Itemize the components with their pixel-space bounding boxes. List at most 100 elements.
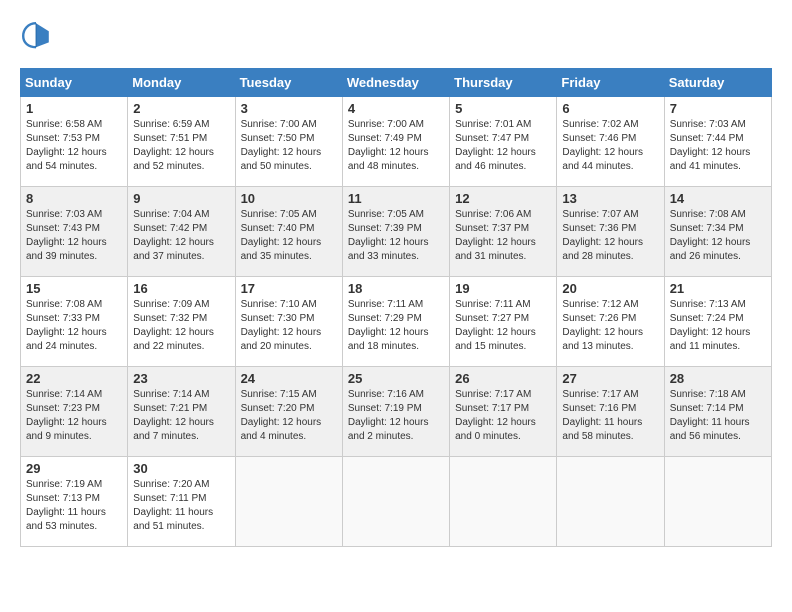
calendar-cell: 2 Sunrise: 6:59 AM Sunset: 7:51 PM Daylig… [128,97,235,187]
day-info: Sunrise: 7:06 AM Sunset: 7:37 PM Dayligh… [455,208,551,264]
calendar-table: SundayMondayTuesdayWednesdayThursdayFrid… [20,68,772,547]
day-number: 24 [241,371,337,386]
day-number: 10 [241,191,337,206]
calendar-cell [664,457,771,547]
calendar-cell: 29 Sunrise: 7:19 AM Sunset: 7:13 PM Dayli… [21,457,128,547]
calendar-cell: 20Sunrise: 7:12 AM Sunset: 7:26 PM Dayli… [557,277,664,367]
day-info: Sunrise: 6:59 AM Sunset: 7:51 PM Dayligh… [133,118,229,174]
calendar-cell: 13 Sunrise: 7:07 AM Sunset: 7:36 PM Dayli… [557,187,664,277]
calendar-week-row: 15 Sunrise: 7:08 AM Sunset: 7:33 PM Dayli… [21,277,772,367]
day-info: Sunrise: 7:04 AM Sunset: 7:42 PM Dayligh… [133,208,229,264]
day-info: Sunrise: 7:07 AM Sunset: 7:36 PM Dayligh… [562,208,658,264]
day-info: Sunrise: 7:00 AM Sunset: 7:50 PM Dayligh… [241,118,337,174]
calendar-cell: 15 Sunrise: 7:08 AM Sunset: 7:33 PM Dayli… [21,277,128,367]
day-info: Sunrise: 7:14 AM Sunset: 7:21 PM Dayligh… [133,388,229,444]
day-info: Sunrise: 7:20 AM Sunset: 7:11 PM Dayligh… [133,478,229,534]
day-number: 25 [348,371,444,386]
weekday-header-monday: Monday [128,69,235,97]
calendar-cell: 12 Sunrise: 7:06 AM Sunset: 7:37 PM Dayli… [450,187,557,277]
calendar-cell: 19 Sunrise: 7:11 AM Sunset: 7:27 PM Dayli… [450,277,557,367]
day-info: Sunrise: 7:18 AM Sunset: 7:14 PM Dayligh… [670,388,766,444]
day-number: 23 [133,371,229,386]
calendar-cell: 18 Sunrise: 7:11 AM Sunset: 7:29 PM Dayli… [342,277,449,367]
weekday-header-friday: Friday [557,69,664,97]
day-info: Sunrise: 7:08 AM Sunset: 7:33 PM Dayligh… [26,298,122,354]
day-number: 18 [348,281,444,296]
calendar-week-row: 22 Sunrise: 7:14 AM Sunset: 7:23 PM Dayli… [21,367,772,457]
day-number: 2 [133,101,229,116]
weekday-header-tuesday: Tuesday [235,69,342,97]
day-info: Sunrise: 7:17 AM Sunset: 7:17 PM Dayligh… [455,388,551,444]
day-number: 6 [562,101,658,116]
day-number: 17 [241,281,337,296]
calendar-week-row: 29 Sunrise: 7:19 AM Sunset: 7:13 PM Dayli… [21,457,772,547]
day-number: 13 [562,191,658,206]
day-number: 26 [455,371,551,386]
day-number: 8 [26,191,122,206]
day-number: 29 [26,461,122,476]
calendar-cell: 17 Sunrise: 7:10 AM Sunset: 7:30 PM Dayli… [235,277,342,367]
logo-icon [20,20,52,52]
day-number: 28 [670,371,766,386]
day-info: Sunrise: 7:00 AM Sunset: 7:49 PM Dayligh… [348,118,444,174]
calendar-week-row: 1 Sunrise: 6:58 AM Sunset: 7:53 PM Daylig… [21,97,772,187]
weekday-header-wednesday: Wednesday [342,69,449,97]
day-number: 5 [455,101,551,116]
day-number: 4 [348,101,444,116]
calendar-cell: 25 Sunrise: 7:16 AM Sunset: 7:19 PM Dayli… [342,367,449,457]
calendar-cell: 21 Sunrise: 7:13 AM Sunset: 7:24 PM Dayli… [664,277,771,367]
day-info: Sunrise: 7:10 AM Sunset: 7:30 PM Dayligh… [241,298,337,354]
calendar-cell: 28 Sunrise: 7:18 AM Sunset: 7:14 PM Dayli… [664,367,771,457]
calendar-cell: 23 Sunrise: 7:14 AM Sunset: 7:21 PM Dayli… [128,367,235,457]
day-info: Sunrise: 7:11 AM Sunset: 7:29 PM Dayligh… [348,298,444,354]
calendar-cell: 7Sunrise: 7:03 AM Sunset: 7:44 PM Daylig… [664,97,771,187]
day-number: 19 [455,281,551,296]
day-info: Sunrise: 7:19 AM Sunset: 7:13 PM Dayligh… [26,478,122,534]
day-number: 9 [133,191,229,206]
day-info: Sunrise: 7:13 AM Sunset: 7:24 PM Dayligh… [670,298,766,354]
day-info: Sunrise: 7:05 AM Sunset: 7:40 PM Dayligh… [241,208,337,264]
day-info: Sunrise: 7:15 AM Sunset: 7:20 PM Dayligh… [241,388,337,444]
day-number: 22 [26,371,122,386]
calendar-cell: 6 Sunrise: 7:02 AM Sunset: 7:46 PM Daylig… [557,97,664,187]
calendar-header-row: SundayMondayTuesdayWednesdayThursdayFrid… [21,69,772,97]
day-info: Sunrise: 7:17 AM Sunset: 7:16 PM Dayligh… [562,388,658,444]
day-number: 15 [26,281,122,296]
day-info: Sunrise: 7:12 AM Sunset: 7:26 PM Dayligh… [562,298,658,354]
calendar-cell: 16 Sunrise: 7:09 AM Sunset: 7:32 PM Dayli… [128,277,235,367]
day-info: Sunrise: 7:05 AM Sunset: 7:39 PM Dayligh… [348,208,444,264]
day-info: Sunrise: 6:58 AM Sunset: 7:53 PM Dayligh… [26,118,122,174]
day-info: Sunrise: 7:08 AM Sunset: 7:34 PM Dayligh… [670,208,766,264]
calendar-cell: 9 Sunrise: 7:04 AM Sunset: 7:42 PM Daylig… [128,187,235,277]
day-number: 12 [455,191,551,206]
day-info: Sunrise: 7:14 AM Sunset: 7:23 PM Dayligh… [26,388,122,444]
weekday-header-sunday: Sunday [21,69,128,97]
weekday-header-saturday: Saturday [664,69,771,97]
calendar-cell: 26 Sunrise: 7:17 AM Sunset: 7:17 PM Dayli… [450,367,557,457]
day-info: Sunrise: 7:16 AM Sunset: 7:19 PM Dayligh… [348,388,444,444]
day-number: 21 [670,281,766,296]
calendar-cell: 27Sunrise: 7:17 AM Sunset: 7:16 PM Dayli… [557,367,664,457]
day-number: 1 [26,101,122,116]
day-info: Sunrise: 7:11 AM Sunset: 7:27 PM Dayligh… [455,298,551,354]
day-number: 3 [241,101,337,116]
calendar-week-row: 8 Sunrise: 7:03 AM Sunset: 7:43 PM Daylig… [21,187,772,277]
calendar-cell [450,457,557,547]
day-number: 30 [133,461,229,476]
calendar-cell [235,457,342,547]
calendar-cell: 14Sunrise: 7:08 AM Sunset: 7:34 PM Dayli… [664,187,771,277]
weekday-header-thursday: Thursday [450,69,557,97]
day-info: Sunrise: 7:09 AM Sunset: 7:32 PM Dayligh… [133,298,229,354]
calendar-cell: 24 Sunrise: 7:15 AM Sunset: 7:20 PM Dayli… [235,367,342,457]
day-number: 16 [133,281,229,296]
day-info: Sunrise: 7:02 AM Sunset: 7:46 PM Dayligh… [562,118,658,174]
calendar-cell: 5 Sunrise: 7:01 AM Sunset: 7:47 PM Daylig… [450,97,557,187]
day-info: Sunrise: 7:01 AM Sunset: 7:47 PM Dayligh… [455,118,551,174]
calendar-cell [342,457,449,547]
day-number: 11 [348,191,444,206]
calendar-cell: 10 Sunrise: 7:05 AM Sunset: 7:40 PM Dayli… [235,187,342,277]
calendar-cell: 22 Sunrise: 7:14 AM Sunset: 7:23 PM Dayli… [21,367,128,457]
day-info: Sunrise: 7:03 AM Sunset: 7:43 PM Dayligh… [26,208,122,264]
day-info: Sunrise: 7:03 AM Sunset: 7:44 PM Dayligh… [670,118,766,174]
calendar-cell: 8 Sunrise: 7:03 AM Sunset: 7:43 PM Daylig… [21,187,128,277]
